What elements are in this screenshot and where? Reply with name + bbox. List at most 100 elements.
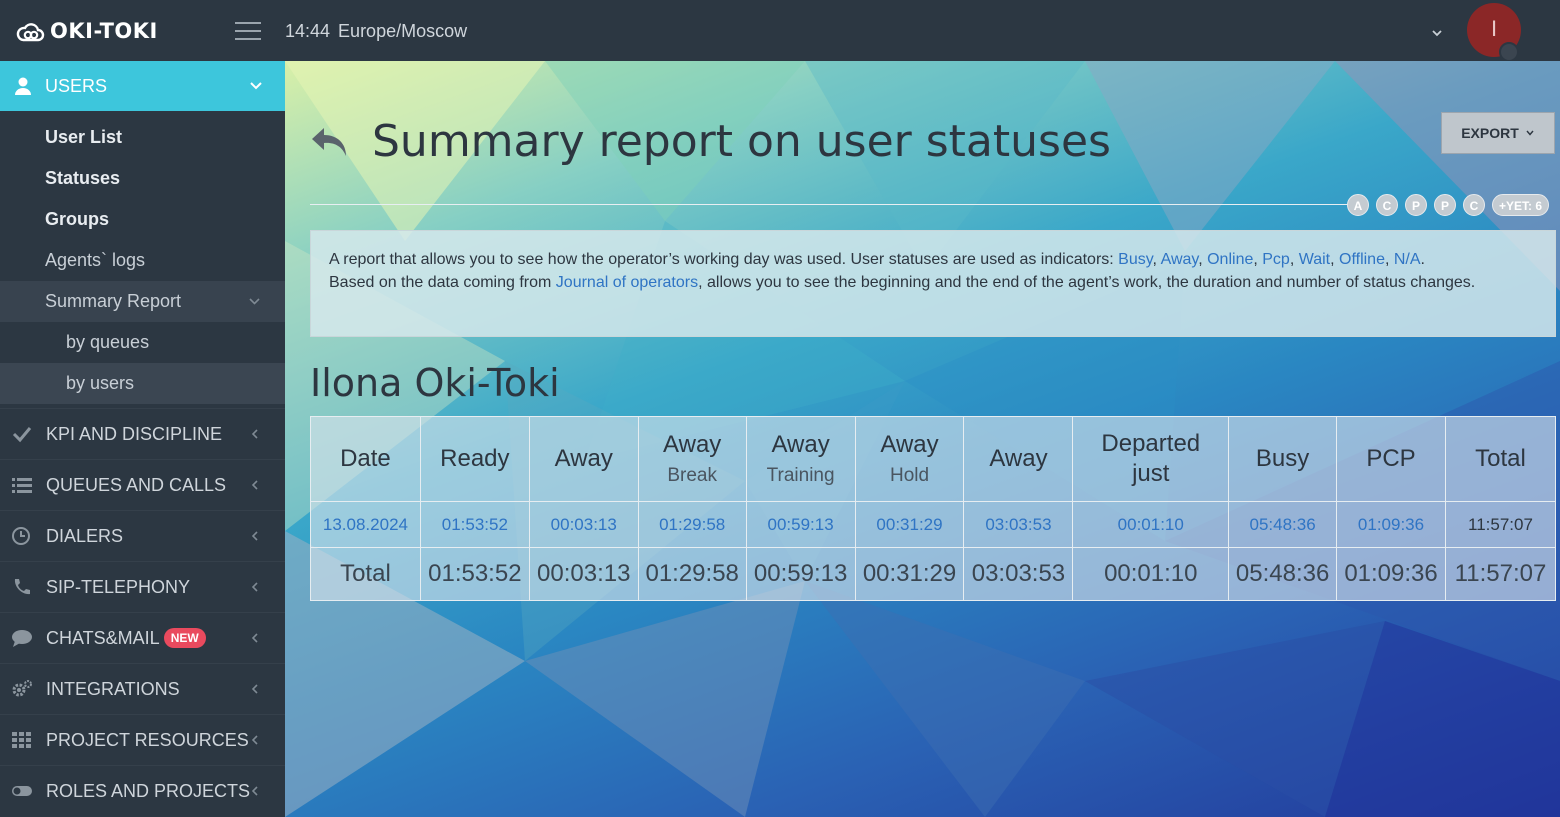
duration-link[interactable]: 00:01:10	[1118, 515, 1184, 534]
status-link-busy[interactable]: Busy	[1118, 251, 1152, 268]
sidebar-item-by-users[interactable]: by users	[0, 363, 285, 404]
new-badge: NEW	[163, 628, 206, 648]
column-header: Away Training	[745, 416, 856, 502]
logo[interactable]: OKI-TOKI	[15, 18, 158, 44]
column-header: Away	[528, 416, 639, 502]
user-chip[interactable]: C	[1463, 194, 1485, 216]
status-dot	[1499, 42, 1519, 62]
table-cell: Total	[310, 547, 421, 601]
sidebar-item-dialers[interactable]: DIALERS	[0, 510, 285, 561]
chevron-left-icon	[251, 531, 258, 541]
sidebar-item-groups[interactable]: Groups	[0, 199, 285, 240]
person-name: Ilona Oki-Toki	[310, 361, 560, 405]
cloud-logo-icon	[16, 23, 45, 42]
sidebar-item-integrations[interactable]: INTEGRATIONS	[0, 663, 285, 714]
clock-timezone: Europe/Moscow	[338, 21, 468, 41]
user-chips: A C P P C +YET: 6	[1347, 194, 1550, 216]
column-header: Busy	[1228, 416, 1338, 502]
duration-link[interactable]: 00:31:29	[876, 515, 942, 534]
table-cell: 01:29:58	[637, 501, 747, 548]
sidebar-item-label: KPI AND DISCIPLINE	[46, 423, 223, 444]
sidebar-item-users[interactable]: USERS	[0, 61, 285, 111]
status-link-online[interactable]: Online	[1207, 251, 1253, 268]
users-submenu: User List Statuses Groups Agents` logs S…	[0, 111, 285, 408]
sidebar-item-label: DIALERS	[46, 525, 124, 546]
table-header-row: Date Ready Away Away Break Away Training A…	[310, 416, 1557, 502]
page-header: Summary report on user statuses	[310, 116, 1111, 167]
status-report-table: Date Ready Away Away Break Away Training A…	[310, 416, 1557, 601]
column-header: Total	[1444, 416, 1557, 502]
chevron-down-icon[interactable]	[1430, 26, 1444, 40]
status-link-wait[interactable]: Wait	[1299, 251, 1330, 268]
duration-link[interactable]: 03:03:53	[985, 515, 1051, 534]
report-description: A report that allows you to see how the …	[310, 230, 1556, 337]
column-header: Departed just	[1072, 416, 1230, 502]
table-total-row: Total 01:53:52 00:03:13 01:29:58 00:59:1…	[310, 547, 1557, 601]
sidebar-item-agents-logs[interactable]: Agents` logs	[0, 240, 285, 281]
sidebar-item-by-queues[interactable]: by queues	[0, 322, 285, 363]
sidebar-item-project-resources[interactable]: PROJECT RESOURCES	[0, 714, 285, 765]
back-arrow-icon[interactable]	[310, 122, 352, 162]
chevron-down-icon	[250, 82, 262, 90]
logo-text: OKI-TOKI	[50, 19, 158, 43]
sidebar-item-user-list[interactable]: User List	[0, 117, 285, 158]
journal-link[interactable]: Journal of operators	[556, 274, 698, 291]
sidebar-item-label: INTEGRATIONS	[46, 678, 180, 699]
chevron-left-icon	[251, 582, 258, 592]
status-link-pcp[interactable]: Pcp	[1262, 251, 1290, 268]
duration-link[interactable]: 00:59:13	[768, 515, 834, 534]
table-cell: 00:31:29	[854, 547, 965, 601]
status-link-away[interactable]: Away	[1161, 251, 1199, 268]
chevron-left-icon	[251, 633, 258, 643]
sidebar-item-sip-telephony[interactable]: SIP-TELEPHONY	[0, 561, 285, 612]
sidebar-item-summary-report[interactable]: Summary Report	[0, 281, 285, 322]
column-header: PCP	[1336, 416, 1446, 502]
column-header: Away	[963, 416, 1074, 502]
duration-link[interactable]: 05:48:36	[1250, 515, 1316, 534]
gears-icon	[12, 680, 32, 697]
column-header: Away Hold	[854, 416, 965, 502]
date-link[interactable]: 13.08.2024	[323, 515, 408, 534]
clock: 14:44 Europe/Moscow	[285, 21, 467, 42]
duration-link[interactable]: 01:53:52	[442, 515, 508, 534]
sidebar: USERS User List Statuses Groups Agents` …	[0, 61, 285, 817]
sidebar-item-roles-projects[interactable]: ROLES AND PROJECTS	[0, 765, 285, 816]
sidebar-item-label: QUEUES AND CALLS	[46, 474, 227, 495]
chevron-down-icon	[249, 298, 260, 305]
sidebar-item-queues-calls[interactable]: QUEUES AND CALLS	[0, 459, 285, 510]
duration-link[interactable]: 01:09:36	[1358, 515, 1424, 534]
sidebar-item-label: USERS	[45, 75, 108, 96]
sidebar-item-label: ROLES AND PROJECTS	[46, 780, 251, 801]
status-link-na[interactable]: N/A	[1394, 251, 1421, 268]
user-chip[interactable]: C	[1376, 194, 1398, 216]
table-cell: 13.08.2024	[310, 501, 421, 548]
main-content: Summary report on user statuses EXPORT A…	[285, 61, 1560, 817]
grid-icon	[12, 732, 31, 748]
table-row: 13.08.2024 01:53:52 00:03:13 01:29:58 00…	[310, 501, 1557, 548]
table-cell: 00:31:29	[854, 501, 965, 548]
sidebar-item-kpi[interactable]: KPI AND DISCIPLINE	[0, 408, 285, 459]
table-cell: 03:03:53	[963, 547, 1074, 601]
export-button[interactable]: EXPORT	[1441, 112, 1555, 154]
table-cell: 01:29:58	[637, 547, 747, 601]
duration-link[interactable]: 01:29:58	[659, 515, 725, 534]
chevron-down-icon	[1526, 130, 1534, 136]
table-cell: 01:09:36	[1336, 547, 1446, 601]
phone-icon	[14, 579, 30, 595]
status-link-offline[interactable]: Offline	[1339, 251, 1385, 268]
chat-bubble-icon	[12, 630, 32, 647]
duration-link[interactable]: 00:03:13	[551, 515, 617, 534]
chevron-left-icon	[251, 480, 258, 490]
user-chip[interactable]: P	[1405, 194, 1427, 216]
column-header: Date	[310, 416, 421, 502]
sidebar-item-chats-mail[interactable]: CHATS&MAIL NEW	[0, 612, 285, 663]
more-users-chip[interactable]: +YET: 6	[1492, 194, 1550, 216]
user-icon	[15, 77, 31, 95]
sidebar-item-statuses[interactable]: Statuses	[0, 158, 285, 199]
chevron-left-icon	[251, 735, 258, 745]
user-chip[interactable]: A	[1347, 194, 1369, 216]
menu-toggle-icon[interactable]	[235, 22, 261, 40]
table-cell: 00:59:13	[745, 501, 856, 548]
sidebar-item-label: CHATS&MAIL	[46, 627, 160, 648]
user-chip[interactable]: P	[1434, 194, 1456, 216]
